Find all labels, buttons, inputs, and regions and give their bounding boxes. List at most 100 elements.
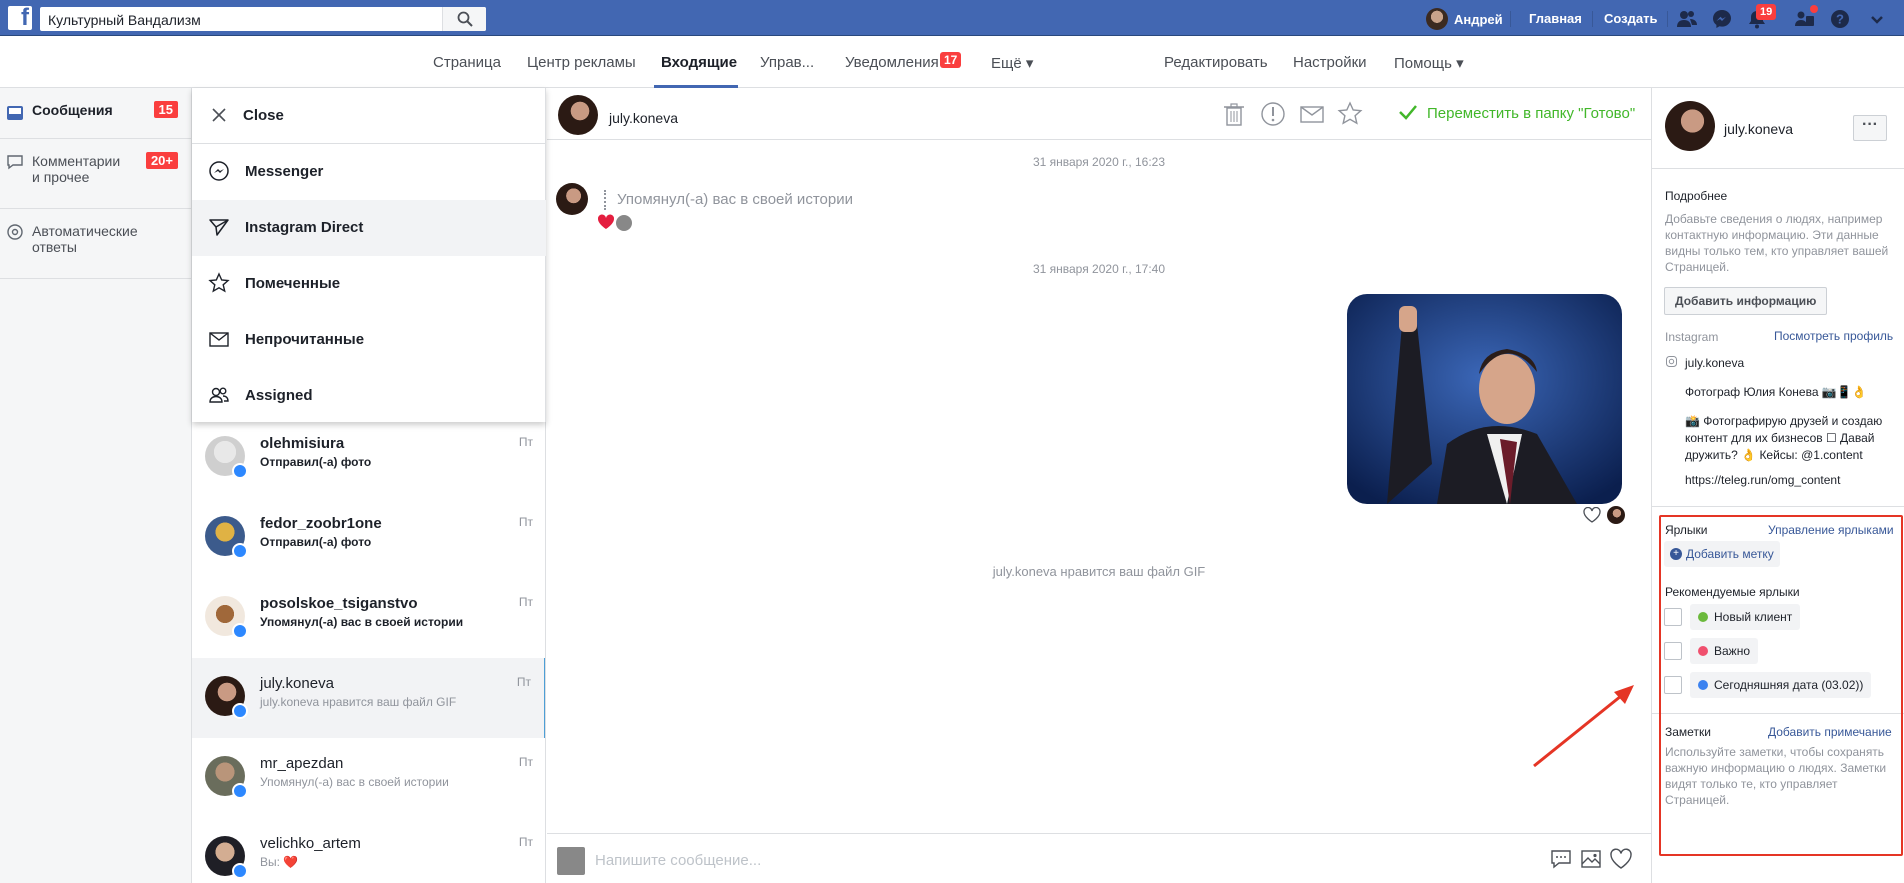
label-text: Сегодняшняя дата (03.02)) — [1714, 678, 1864, 692]
page-navigation: Страница Центр рекламы Входящие Управ...… — [0, 37, 1904, 88]
mark-unread-icon[interactable] — [1299, 101, 1325, 127]
list-item[interactable]: mr_apezdan Упомянул(-а) вас в своей исто… — [192, 738, 545, 818]
instagram-icon — [1666, 356, 1677, 367]
list-item[interactable]: velichko_artem Вы: ❤️ Пт — [192, 818, 545, 883]
plus-icon: + — [1670, 548, 1682, 560]
list-item[interactable]: posolskoe_tsiganstvo Упомянул(-а) вас в … — [192, 578, 545, 658]
contact-details-panel: july.koneva ··· Подробнее Добавьте сведе… — [1651, 88, 1904, 883]
avatar — [556, 183, 588, 215]
profile-link[interactable]: Андрей — [1426, 8, 1503, 30]
instagram-badge-icon — [232, 783, 248, 799]
contact-name[interactable]: july.koneva — [609, 110, 678, 126]
inbox-sidebar: Сообщения 15 Комментарии и прочее 20+ Ав… — [0, 88, 192, 883]
notifications-count-badge: 17 — [940, 52, 962, 68]
filter-label: Непрочитанные — [245, 331, 365, 348]
tab-help[interactable]: Помощь ▾ — [1394, 54, 1464, 72]
tab-edit[interactable]: Редактировать — [1164, 54, 1268, 71]
heart-outline-icon[interactable] — [1583, 507, 1601, 523]
filter-unread[interactable]: Непрочитанные — [192, 312, 546, 368]
view-profile-link[interactable]: Посмотреть профиль — [1774, 329, 1893, 343]
tab-inbox[interactable]: Входящие — [661, 54, 737, 71]
contact-name: fedor_zoobr1one — [260, 515, 382, 532]
tab-manage[interactable]: Управ... — [760, 54, 814, 71]
filter-starred[interactable]: Помеченные — [192, 256, 546, 312]
label-checkbox[interactable] — [1664, 608, 1682, 626]
contact-name[interactable]: july.koneva — [1724, 121, 1793, 137]
contact-name: olehmisiura — [260, 435, 345, 452]
label-row: Сегодняшняя дата (03.02)) — [1664, 672, 1872, 698]
more-options-button[interactable]: ··· — [1853, 115, 1887, 141]
filter-label: Messenger — [245, 163, 324, 180]
filter-instagram-direct[interactable]: Instagram Direct — [192, 200, 546, 256]
message-input[interactable]: Напишите сообщение... — [595, 852, 761, 869]
label-checkbox[interactable] — [1664, 642, 1682, 660]
gif-message[interactable] — [1347, 294, 1622, 504]
divider — [1652, 168, 1904, 169]
spam-icon[interactable] — [1260, 101, 1286, 127]
bio-link[interactable]: https://teleg.run/omg_content — [1685, 472, 1900, 489]
label-chip[interactable]: Важно — [1690, 638, 1759, 664]
photo-icon[interactable] — [1579, 847, 1603, 871]
sidebar-item-messages[interactable]: Сообщения 15 — [0, 88, 191, 139]
label-chip[interactable]: Новый клиент — [1690, 604, 1801, 630]
seen-avatar — [1607, 506, 1625, 524]
home-link[interactable]: Главная — [1529, 11, 1582, 26]
saved-replies-icon[interactable] — [1549, 847, 1573, 871]
facebook-logo-icon[interactable]: f — [8, 4, 32, 31]
details-heading: Подробнее — [1665, 189, 1728, 203]
label-text: Важно — [1714, 644, 1751, 658]
add-note-link[interactable]: Добавить примечание — [1768, 725, 1892, 739]
top-bar: f Культурный Вандализм Андрей Главная Со… — [0, 0, 1904, 36]
reaction-notice: july.koneva нравится ваш файл GIF — [992, 564, 1206, 579]
add-label-button[interactable]: + Добавить метку — [1664, 541, 1780, 567]
recommended-labels-heading: Рекомендуемые ярлыки — [1665, 585, 1800, 599]
manage-labels-link[interactable]: Управление ярлыками — [1768, 523, 1894, 537]
star-icon[interactable] — [1337, 101, 1363, 127]
help-icon[interactable]: ? — [1829, 8, 1851, 30]
tab-ad-center[interactable]: Центр рекламы — [527, 54, 636, 71]
filter-messenger[interactable]: Messenger — [192, 144, 546, 200]
story-divider — [604, 190, 606, 210]
label-chip[interactable]: Сегодняшняя дата (03.02)) — [1690, 672, 1872, 698]
sidebar-item-auto-replies[interactable]: Автоматические ответы — [0, 209, 191, 279]
label-checkbox[interactable] — [1664, 676, 1682, 694]
tab-page[interactable]: Страница — [433, 54, 501, 71]
date-divider: 31 января 2020 г., 16:23 — [1032, 155, 1166, 169]
add-info-button[interactable]: Добавить информацию — [1664, 287, 1828, 315]
messages-count-badge: 15 — [153, 101, 178, 118]
envelope-icon — [209, 332, 229, 347]
conversation-panel: july.koneva Переместить в папку "Готово"… — [547, 88, 1651, 883]
tab-settings[interactable]: Настройки — [1293, 54, 1367, 71]
list-item[interactable]: july.koneva july.koneva нравится ваш фай… — [192, 658, 545, 738]
avatar[interactable] — [558, 95, 598, 135]
search-button[interactable] — [442, 7, 486, 31]
heart-reaction-icon — [597, 214, 615, 229]
friends-icon[interactable] — [1676, 8, 1698, 30]
messenger-icon — [209, 161, 229, 181]
avatar[interactable] — [1665, 101, 1715, 151]
conversation-header: july.koneva Переместить в папку "Готово" — [547, 88, 1651, 140]
tab-notifications[interactable]: Уведомления — [845, 54, 939, 71]
account-menu-icon[interactable] — [1866, 8, 1888, 30]
contact-name: mr_apezdan — [260, 755, 344, 772]
heart-send-icon[interactable] — [1609, 847, 1633, 871]
notes-description: Используйте заметки, чтобы сохранять важ… — [1665, 745, 1887, 807]
notes-heading: Заметки — [1665, 725, 1711, 739]
trash-icon[interactable] — [1221, 101, 1247, 127]
message-preview: Отправил(-а) фото — [260, 535, 372, 549]
sidebar-item-comments[interactable]: Комментарии и прочее 20+ — [0, 139, 191, 209]
label-color-dot — [1698, 646, 1708, 656]
close-filter-button[interactable]: Close — [192, 88, 546, 144]
story-mention-text[interactable]: Упомянул(-а) вас в своей истории — [617, 191, 853, 208]
filter-assigned[interactable]: Assigned — [192, 368, 546, 424]
tab-more[interactable]: Ещё ▾ — [991, 54, 1033, 72]
list-item[interactable]: olehmisiura Отправил(-а) фото Пт — [192, 418, 545, 498]
create-link[interactable]: Создать — [1604, 11, 1657, 26]
messenger-icon[interactable] — [1711, 8, 1733, 30]
list-item[interactable]: fedor_zoobr1one Отправил(-а) фото Пт — [192, 498, 545, 578]
instagram-badge-icon — [232, 703, 248, 719]
search-input[interactable]: Культурный Вандализм — [40, 7, 486, 31]
message-preview: Вы: ❤️ — [260, 855, 299, 869]
move-to-done-button[interactable]: Переместить в папку "Готово" — [1427, 105, 1635, 122]
comment-icon — [7, 155, 23, 170]
